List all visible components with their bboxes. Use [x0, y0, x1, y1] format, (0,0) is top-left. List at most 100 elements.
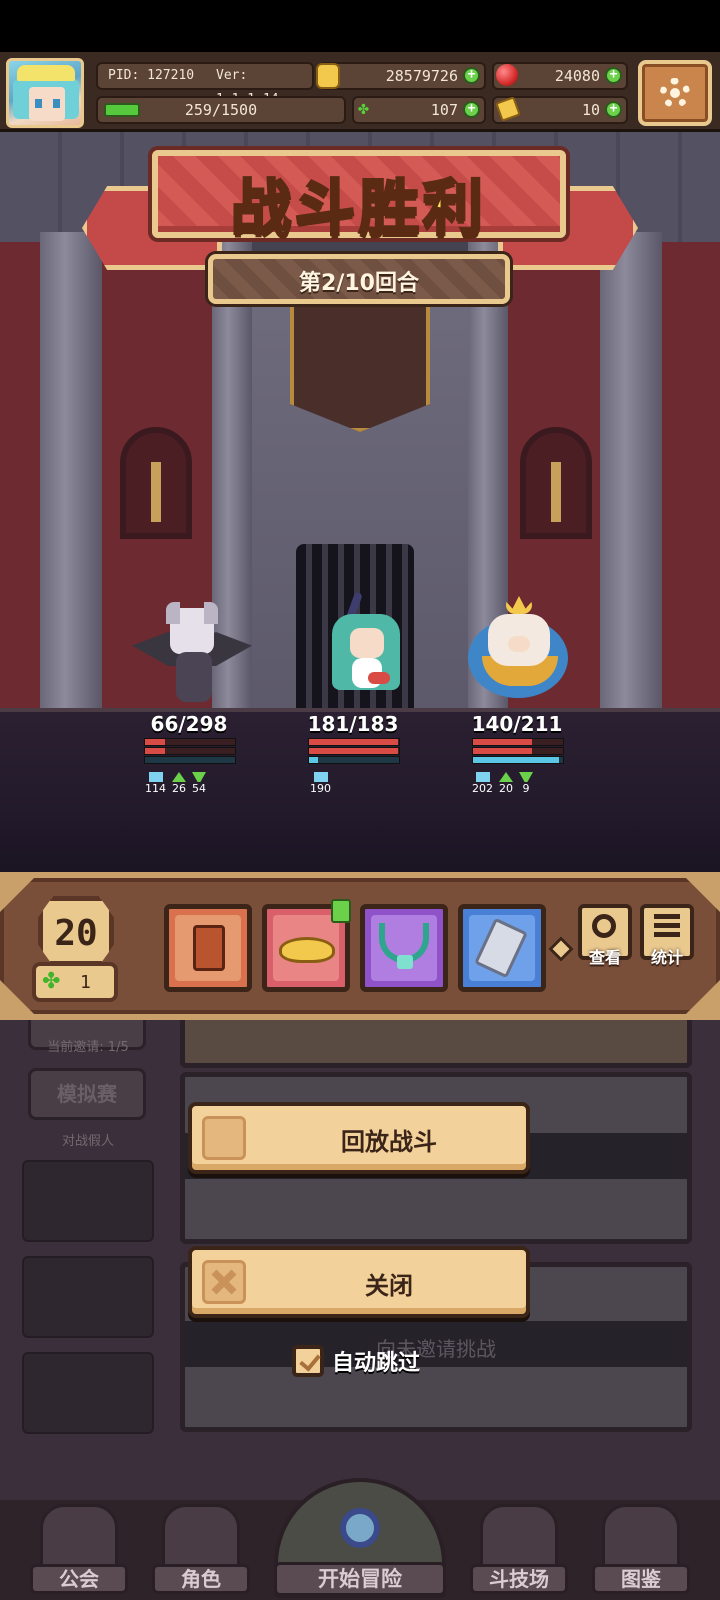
card-ghost-text: 向未邀请挑战 — [376, 1337, 496, 1361]
codex-book-icon — [602, 1504, 680, 1570]
list-icon — [654, 914, 680, 940]
straw-hat-icon — [279, 937, 335, 963]
item-slot-tome[interactable] — [164, 904, 252, 992]
close-icon — [202, 1260, 246, 1304]
item-slot-hat[interactable] — [262, 899, 351, 992]
sprout-icon — [519, 772, 533, 782]
crossed-swords-icon — [480, 1504, 558, 1570]
player-level-badge: 20 — [38, 896, 114, 966]
gear-icon — [660, 78, 690, 108]
player-info-box: PID: 127210 Ver: 1.1.1.14 — [96, 62, 314, 107]
hero-demon-sprite[interactable] — [132, 602, 252, 712]
nav-character[interactable]: 角色 — [152, 1504, 250, 1596]
hero-queen-sprite[interactable] — [468, 596, 588, 706]
add-keys-button[interactable]: + — [605, 101, 622, 118]
hero-3-bars — [472, 738, 564, 765]
equipment-panel: 20 ✤ 1 查看 统计 — [0, 872, 720, 1020]
hero-3-hp-bar — [472, 738, 564, 746]
sprout-icon — [192, 772, 206, 782]
add-clovers-button[interactable]: + — [463, 101, 480, 118]
player-id: PID: 127210 — [108, 68, 195, 83]
nav-arena[interactable]: 斗技场 — [470, 1504, 568, 1596]
replay-battle-label: 回放战斗 — [341, 1128, 437, 1156]
player-avatar[interactable] — [6, 58, 84, 128]
hero-3-stats: 202 20 9 — [472, 772, 533, 795]
nav-character-label: 角色 — [152, 1564, 250, 1594]
auto-skip-toggle[interactable]: 自动跳过 — [292, 1344, 420, 1378]
clover-counter: ✤ 107 + — [352, 96, 486, 124]
nav-guild-label: 公会 — [30, 1564, 128, 1594]
hero-2-mp-bar — [308, 756, 400, 764]
gold-counter: 28579726 + — [316, 62, 486, 90]
clover-icon: ✤ — [42, 969, 61, 994]
boot-icon — [499, 772, 513, 782]
side-slot — [22, 1352, 154, 1434]
nav-arena-label: 斗技场 — [470, 1564, 568, 1594]
character-icon — [162, 1504, 240, 1570]
simulation-button[interactable]: 模拟赛 — [28, 1068, 146, 1120]
shield-icon — [148, 772, 163, 782]
settings-button[interactable] — [638, 60, 712, 126]
auto-skip-checkbox[interactable] — [292, 1345, 324, 1377]
stats-label: 统计 — [650, 948, 683, 967]
clover-reward-count: 1 — [80, 972, 91, 993]
round-indicator: 第2/10回合 — [208, 254, 510, 304]
hero-1-stats: 114 26 54 — [145, 772, 206, 795]
octagon-banner — [290, 292, 430, 432]
gold-amount: 28579726 — [385, 67, 458, 85]
key-amount: 10 — [581, 101, 600, 119]
replay-battle-button[interactable]: 回放战斗 — [188, 1102, 530, 1174]
energy-meter: 259/1500 — [96, 96, 346, 124]
hero-bunny-sprite[interactable] — [310, 591, 430, 702]
magnifier-icon — [592, 914, 616, 938]
boot-icon — [172, 772, 186, 782]
hero-3-hp-text: 140/211 — [471, 712, 563, 736]
clover-icon: ✤ — [358, 98, 369, 119]
shield-icon — [475, 772, 490, 782]
player-level: 20 — [54, 913, 98, 954]
hero-2-hp-bar — [308, 738, 400, 746]
nav-guild[interactable]: 公会 — [30, 1504, 128, 1596]
energy-value: 259/1500 — [184, 101, 258, 119]
system-status-bar — [0, 0, 720, 52]
item-slot-necklace[interactable] — [360, 904, 448, 992]
gold-coin-icon — [316, 63, 340, 89]
hero-2-stats: 190 — [310, 772, 331, 795]
hero-1-hp-bar-2 — [144, 747, 236, 755]
victory-title: 战斗胜利 — [230, 173, 487, 246]
adventure-search-icon — [340, 1508, 380, 1548]
item-slot-gauntlet[interactable] — [458, 904, 546, 992]
hero-2-shield-value: 190 — [310, 782, 331, 795]
add-gold-button[interactable]: + — [463, 67, 480, 84]
auto-skip-label: 自动跳过 — [332, 1351, 421, 1376]
hero-3-speed-value: 20 — [499, 782, 513, 795]
separator-diamond — [548, 936, 574, 962]
hero-1-bars — [144, 738, 236, 765]
hero-1-hp-bar — [144, 738, 236, 746]
view-label: 查看 — [588, 948, 621, 967]
hero-1-shield-value: 114 — [145, 782, 166, 795]
gem-counter: 24080 + — [492, 62, 628, 90]
gem-amount: 24080 — [554, 67, 600, 85]
simulation-sub: 对战假人 — [61, 1134, 114, 1149]
side-slot — [22, 1160, 154, 1242]
battle-scene: 战斗胜利 第2/10回合 66/298 114 26 54 181/183 19… — [0, 132, 720, 872]
round-text: 第2/10回合 — [299, 271, 419, 296]
hero-3-mp-bar — [472, 756, 564, 764]
hero-1-speed-value: 26 — [172, 782, 186, 795]
hero-1-mp-bar — [144, 756, 236, 764]
hero-1-hp-text: 66/298 — [150, 712, 228, 736]
arena-card-top — [180, 1012, 692, 1068]
guild-hall-icon — [40, 1504, 118, 1570]
upgrade-arrow-icon — [331, 899, 351, 923]
key-counter: 10 + — [492, 96, 628, 124]
close-button[interactable]: 关闭 — [188, 1246, 530, 1318]
add-gems-button[interactable]: + — [605, 67, 622, 84]
hero-2-hp-text: 181/183 — [307, 712, 399, 736]
hero-3-hp-bar-2 — [472, 747, 564, 755]
close-label: 关闭 — [365, 1272, 413, 1300]
ruby-icon — [496, 64, 518, 86]
hero-3-regen-value: 9 — [522, 782, 530, 795]
nav-codex[interactable]: 图鉴 — [592, 1504, 690, 1596]
camera-icon — [202, 1116, 246, 1160]
